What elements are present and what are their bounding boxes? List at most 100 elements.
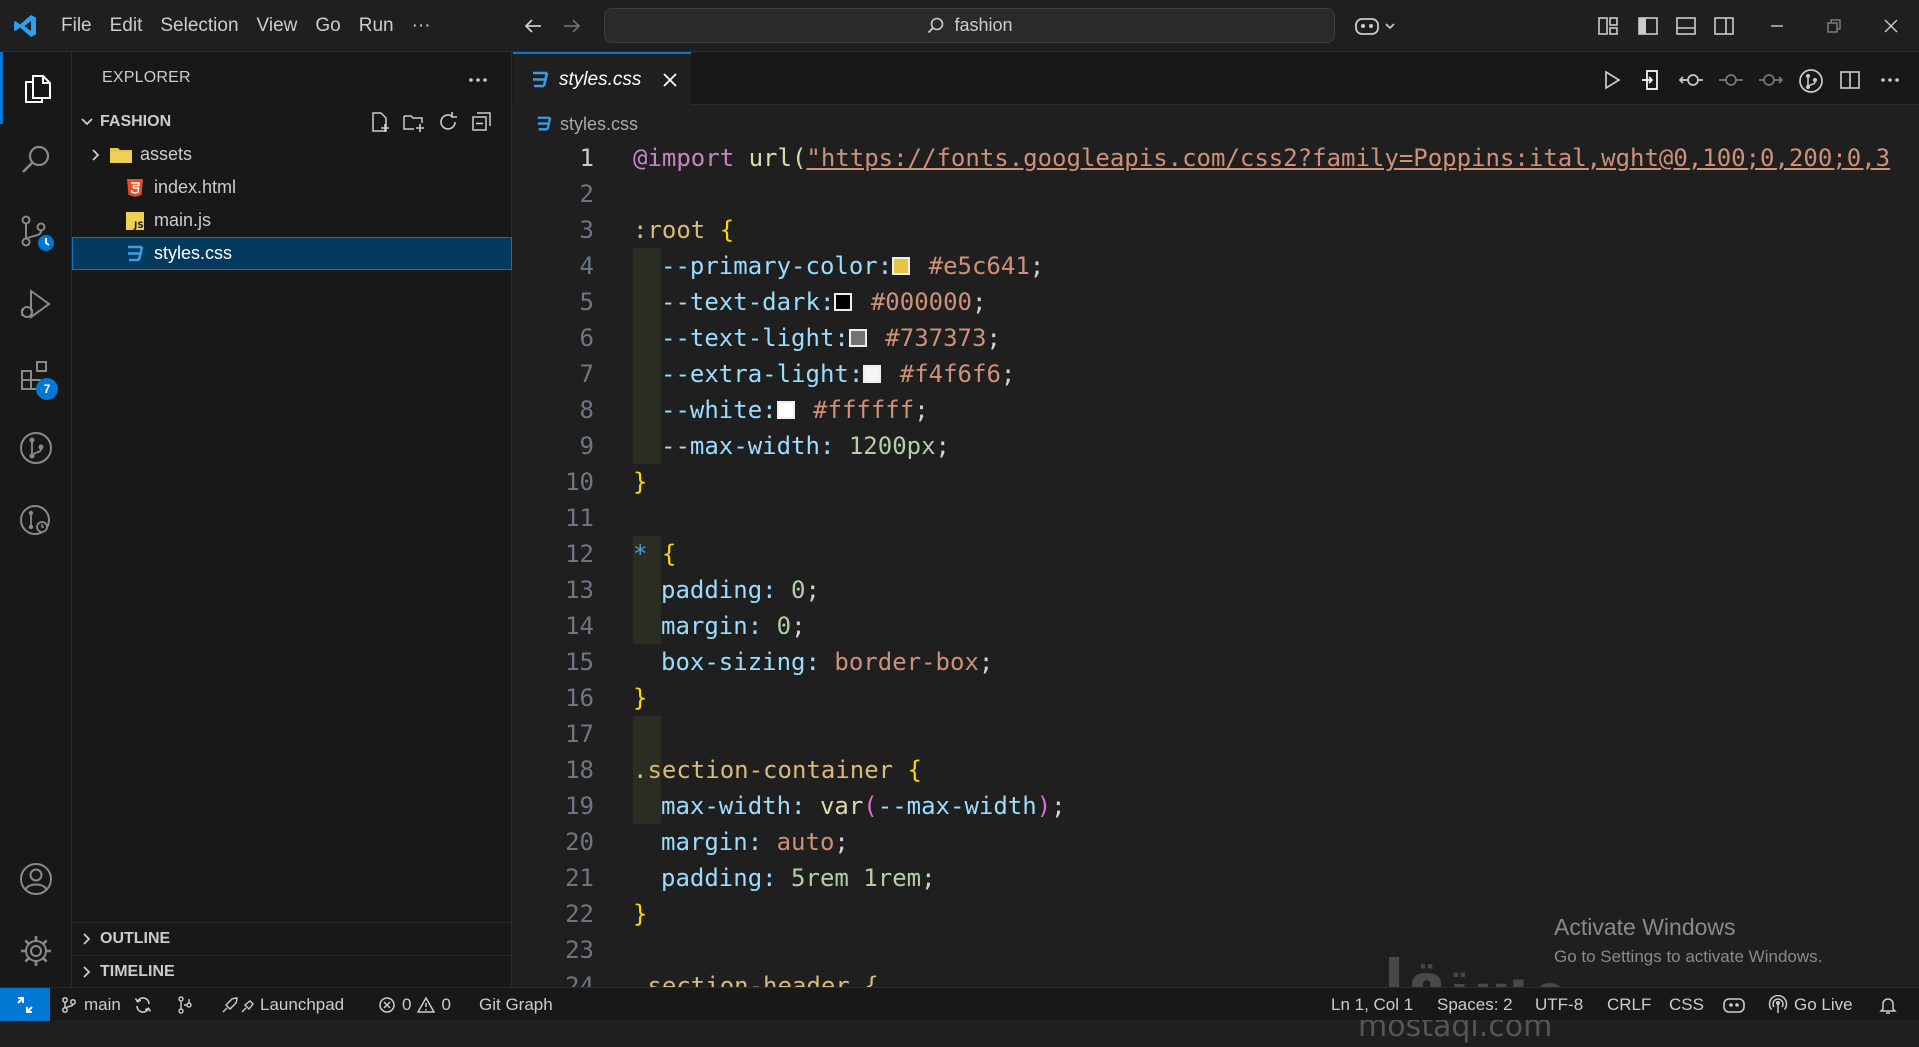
run-play-icon[interactable] xyxy=(1600,68,1624,92)
go-live-label: Go Live xyxy=(1794,994,1853,1014)
menu-edit[interactable]: Edit xyxy=(101,9,152,43)
git-graph-button[interactable]: Git Graph xyxy=(479,988,553,1021)
code-line: padding: 5rem 1rem; xyxy=(661,864,936,892)
sync-icon[interactable] xyxy=(133,988,153,1021)
next-commit-icon[interactable] xyxy=(1758,68,1784,92)
git-graph-icon[interactable] xyxy=(0,412,72,484)
more-actions-icon[interactable] xyxy=(1878,68,1902,92)
source-control-icon[interactable] xyxy=(0,196,72,268)
code-editor[interactable]: 1 2 3 4 5 6 7 8 9 10 11 12 13 14 15 16 1… xyxy=(512,140,1919,987)
language-mode[interactable]: CSS xyxy=(1669,988,1704,1021)
split-editor-icon[interactable] xyxy=(1838,68,1862,92)
copilot-icon[interactable] xyxy=(1354,14,1398,38)
color-swatch[interactable] xyxy=(863,365,882,383)
timeline-section-header[interactable]: TIMELINE xyxy=(72,955,512,987)
menu-go[interactable]: Go xyxy=(306,9,349,43)
git-graph-view-icon[interactable] xyxy=(1798,68,1824,94)
tree-item-label: index.html xyxy=(154,177,237,197)
line-number: 1 xyxy=(579,144,594,172)
tab-label: styles.css xyxy=(559,69,642,90)
indentation-setting[interactable]: Spaces: 2 xyxy=(1437,988,1513,1021)
html-file-icon xyxy=(122,178,148,198)
outline-section-header[interactable]: OUTLINE xyxy=(72,922,512,954)
remote-indicator[interactable] xyxy=(0,988,50,1021)
color-swatch[interactable] xyxy=(776,401,795,419)
activation-title: Activate Windows xyxy=(1554,914,1736,940)
code-line: * { xyxy=(633,540,677,568)
problems-indicator[interactable]: 0 0 xyxy=(378,988,451,1021)
menu-view[interactable]: View xyxy=(248,9,307,43)
git-history-icon[interactable] xyxy=(0,484,72,556)
cursor-position[interactable]: Ln 1, Col 1 xyxy=(1331,988,1413,1021)
forward-arrow-icon[interactable] xyxy=(560,14,584,38)
menu-more[interactable]: ··· xyxy=(403,9,440,43)
minimize-icon[interactable] xyxy=(1765,14,1789,38)
tree-item-label: assets xyxy=(140,144,193,164)
explorer-icon[interactable] xyxy=(0,52,72,124)
code-line: box-sizing: border-box; xyxy=(661,648,994,676)
folder-section-header[interactable]: FASHION xyxy=(72,106,512,138)
menu-selection[interactable]: Selection xyxy=(151,9,247,43)
color-swatch[interactable] xyxy=(892,257,911,275)
tab-styles-css[interactable]: styles.css xyxy=(513,52,691,106)
code-line: :root { xyxy=(633,216,735,244)
error-count: 0 xyxy=(402,994,412,1014)
collapse-all-icon[interactable] xyxy=(470,110,494,134)
color-swatch[interactable] xyxy=(834,293,853,311)
css-file-icon xyxy=(531,70,549,90)
tree-item-main-js[interactable]: JS main.js xyxy=(72,204,512,237)
menu-run[interactable]: Run xyxy=(350,9,403,43)
code-line: margin: auto; xyxy=(661,828,849,856)
command-center-search[interactable]: fashion xyxy=(604,8,1335,43)
breadcrumb[interactable]: styles.css xyxy=(536,108,638,140)
eol-setting[interactable]: CRLF xyxy=(1607,988,1651,1021)
copilot-status-icon[interactable] xyxy=(1722,988,1746,1021)
svg-text:JS: JS xyxy=(133,221,144,231)
branch-indicator[interactable]: main xyxy=(60,988,121,1021)
launchpad-button[interactable]: Launchpad xyxy=(220,988,344,1021)
toggle-panel-icon[interactable] xyxy=(1674,14,1698,38)
encoding-setting[interactable]: UTF-8 xyxy=(1535,988,1583,1021)
menu-file[interactable]: File xyxy=(52,9,101,43)
toggle-primary-sidebar-icon[interactable] xyxy=(1636,14,1660,38)
new-file-icon[interactable] xyxy=(368,110,392,134)
code-line: } xyxy=(633,900,648,928)
code-line: .section-header { xyxy=(633,972,879,987)
new-folder-icon[interactable] xyxy=(402,110,426,134)
line-number: 8 xyxy=(579,396,594,424)
editor-area: styles.css styles.css 1 2 3 4 5 6 7 8 9 … xyxy=(512,52,1919,1044)
tree-item-assets[interactable]: assets xyxy=(72,138,512,171)
layout-customize-icon[interactable] xyxy=(1596,14,1620,38)
folder-icon xyxy=(108,145,134,165)
git-compare-icon[interactable] xyxy=(175,988,195,1021)
back-arrow-icon[interactable] xyxy=(521,14,545,38)
run-debug-icon[interactable] xyxy=(0,268,72,340)
search-icon[interactable] xyxy=(0,124,72,196)
warning-count: 0 xyxy=(441,994,451,1014)
outline-label: OUTLINE xyxy=(100,929,171,947)
go-live-button[interactable]: Go Live xyxy=(1768,988,1853,1021)
close-tab-icon[interactable] xyxy=(661,71,679,89)
tree-item-index-html[interactable]: index.html xyxy=(72,171,512,204)
toggle-secondary-sidebar-icon[interactable] xyxy=(1712,14,1736,38)
settings-gear-icon[interactable] xyxy=(0,915,72,987)
line-number: 9 xyxy=(579,432,594,460)
activation-subtitle: Go to Settings to activate Windows. xyxy=(1554,947,1823,966)
refresh-icon[interactable] xyxy=(436,110,460,134)
line-number: 5 xyxy=(579,288,594,316)
command-center-label: fashion xyxy=(954,15,1013,35)
open-changes-icon[interactable] xyxy=(1639,68,1663,92)
notifications-bell-icon[interactable] xyxy=(1878,988,1898,1021)
accounts-icon[interactable] xyxy=(0,843,72,915)
more-actions-icon[interactable] xyxy=(466,68,490,92)
previous-commit-icon[interactable] xyxy=(1718,68,1744,92)
extensions-icon[interactable]: 7 xyxy=(0,340,72,412)
code-line: --primary-color: #e5c641; xyxy=(661,252,1045,280)
close-window-icon[interactable] xyxy=(1879,14,1903,38)
warning-icon xyxy=(417,995,436,1013)
open-timeline-icon[interactable] xyxy=(1678,68,1704,92)
launchpad-label: Launchpad xyxy=(260,994,345,1014)
tree-item-styles-css[interactable]: styles.css xyxy=(72,237,512,270)
color-swatch[interactable] xyxy=(848,329,867,347)
restore-icon[interactable] xyxy=(1822,14,1846,38)
